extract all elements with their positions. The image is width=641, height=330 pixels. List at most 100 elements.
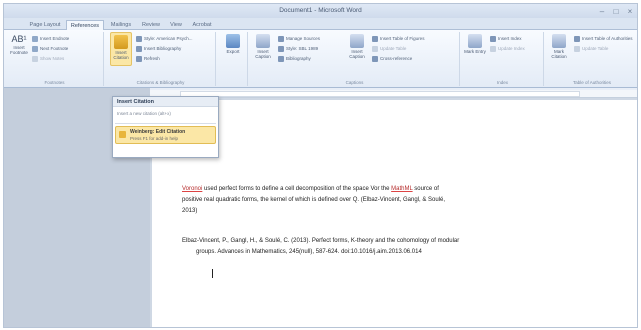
title-bar: Document1 - Microsoft Word – □ × bbox=[4, 4, 637, 18]
refresh-button[interactable]: Refresh bbox=[136, 54, 160, 63]
authorities-icon bbox=[574, 35, 580, 42]
mark-citation-button[interactable]: Mark Citation bbox=[548, 32, 570, 66]
text-cursor bbox=[212, 269, 213, 278]
citation-style-select[interactable]: Style: American Psych... bbox=[136, 34, 193, 43]
show-notes-label: Show Notes bbox=[40, 56, 65, 61]
insert-caption-icon bbox=[350, 34, 364, 48]
manage-sources-button[interactable]: Manage Sources bbox=[278, 34, 320, 43]
captions-group: Insert Caption Manage Sources Style: SBL… bbox=[250, 32, 460, 86]
mark-entry-button[interactable]: Mark Entry bbox=[464, 32, 486, 66]
insert-bibliography-label: Insert Bibliography bbox=[144, 46, 182, 51]
style-icon bbox=[136, 35, 142, 42]
insert-caption-left-label: Insert Caption bbox=[255, 49, 271, 59]
citation-tool-icon bbox=[119, 131, 126, 138]
bibliography-small-icon bbox=[278, 55, 284, 62]
insert-index-button[interactable]: Insert Index bbox=[490, 34, 522, 43]
show-notes-icon bbox=[32, 55, 38, 62]
tab-acrobat[interactable]: Acrobat bbox=[188, 20, 216, 30]
maximize-icon[interactable]: □ bbox=[609, 4, 623, 18]
next-footnote-icon bbox=[32, 45, 38, 52]
insert-citation-button[interactable]: Insert Citation bbox=[110, 32, 132, 66]
mark-citation-icon bbox=[552, 34, 566, 48]
table-figures-icon bbox=[372, 35, 378, 42]
citations-group: Insert Citation Style: American Psych...… bbox=[106, 32, 216, 86]
export-group: Export bbox=[218, 32, 248, 86]
citations-group-label: Citations & Bibliography bbox=[136, 80, 185, 85]
horizontal-ruler[interactable] bbox=[150, 90, 637, 98]
tab-references[interactable]: References bbox=[66, 20, 104, 30]
update-index-icon bbox=[490, 45, 496, 52]
cross-reference-button[interactable]: Cross-reference bbox=[372, 54, 412, 63]
ribbon: AB¹ Insert Footnote Insert Endnote Next … bbox=[4, 30, 637, 88]
dropdown-menu-item[interactable]: Weinberg: Edit Citation Press F1 for add… bbox=[115, 126, 216, 144]
dropdown-separator bbox=[115, 123, 216, 124]
insert-caption-left-button[interactable]: Insert Caption bbox=[252, 32, 274, 66]
captions-group-label: Captions bbox=[345, 80, 364, 85]
update-index-button[interactable]: Update Index bbox=[490, 44, 525, 53]
next-footnote-button[interactable]: Next Footnote bbox=[32, 44, 68, 53]
body-paragraph[interactable]: Voronoi used perfect forms to define a c… bbox=[182, 184, 622, 217]
refresh-label: Refresh bbox=[144, 56, 160, 61]
bibliography-icon bbox=[136, 45, 142, 52]
cross-reference-icon bbox=[372, 55, 378, 62]
footnotes-group-label: Footnotes bbox=[44, 80, 65, 85]
menu-item-name: Weinberg: Edit Citation bbox=[130, 129, 186, 135]
style-select-icon bbox=[278, 45, 284, 52]
insert-footnote-button[interactable]: AB¹ Insert Footnote bbox=[8, 32, 30, 66]
update-authorities-button[interactable]: Update Table bbox=[574, 44, 608, 53]
tab-review[interactable]: Review bbox=[138, 20, 164, 30]
reference-line-1: Elbaz-Vincent, P., Gangl, H., & Soulé, C… bbox=[182, 238, 460, 244]
insert-endnote-button[interactable]: Insert Endnote bbox=[32, 34, 69, 43]
insert-caption-label: Insert Caption bbox=[349, 49, 365, 59]
misspelled-word[interactable]: Voronoi bbox=[182, 186, 202, 192]
update-table-button[interactable]: Update Table bbox=[372, 44, 406, 53]
footnotes-group: AB¹ Insert Footnote Insert Endnote Next … bbox=[6, 32, 104, 86]
tab-view[interactable]: View bbox=[166, 20, 186, 30]
minimize-icon[interactable]: – bbox=[595, 4, 609, 18]
export-button[interactable]: Export bbox=[222, 32, 244, 66]
export-icon bbox=[226, 34, 240, 48]
tab-mailings[interactable]: Mailings bbox=[106, 20, 136, 30]
reference-entry[interactable]: Elbaz-Vincent, P., Gangl, H., & Soulé, C… bbox=[182, 236, 632, 258]
manage-sources-label: Manage Sources bbox=[286, 36, 321, 41]
mark-entry-label: Mark Entry bbox=[464, 49, 486, 54]
update-authorities-label: Update Table bbox=[582, 46, 609, 51]
mark-citation-label: Mark Citation bbox=[551, 49, 567, 59]
document-page[interactable]: Voronoi used perfect forms to define a c… bbox=[152, 100, 637, 327]
para-line-1-end: source of bbox=[412, 186, 439, 192]
ruler-text-zone bbox=[180, 91, 580, 97]
dropdown-subtitle: Insert a new citation (alt+x) bbox=[117, 111, 171, 116]
insert-endnote-label: Insert Endnote bbox=[40, 36, 70, 41]
insert-table-figures-label: Insert Table of Figures bbox=[380, 36, 425, 41]
update-table-icon bbox=[372, 45, 378, 52]
footnote-icon: AB¹ bbox=[11, 34, 27, 44]
insert-citation-dropdown: Insert Citation Insert a new citation (a… bbox=[112, 96, 219, 158]
tab-page-layout[interactable]: Page Layout bbox=[26, 20, 64, 30]
bibliography-button[interactable]: Bibliography bbox=[278, 54, 311, 63]
bibliography-label: Bibliography bbox=[286, 56, 311, 61]
authorities-group-label: Table of Authorities bbox=[572, 80, 612, 85]
reference-line-2: groups. Advances in Mathematics, 245(nul… bbox=[196, 249, 422, 255]
insert-index-label: Insert Index bbox=[498, 36, 522, 41]
word-window: Document1 - Microsoft Word – □ × Page La… bbox=[3, 3, 638, 328]
ribbon-tabs: Page Layout References Mailings Review V… bbox=[4, 18, 637, 30]
citation-style-label: Style: American Psych... bbox=[144, 36, 193, 41]
close-icon[interactable]: × bbox=[623, 4, 637, 18]
manage-sources-icon bbox=[278, 35, 284, 42]
endnote-icon bbox=[32, 35, 38, 42]
cross-reference-label: Cross-reference bbox=[380, 56, 413, 61]
refresh-icon bbox=[136, 55, 142, 62]
style-select[interactable]: Style: SBL 1989 bbox=[278, 44, 318, 53]
insert-caption-button[interactable]: Insert Caption bbox=[346, 32, 368, 66]
insert-authorities-button[interactable]: Insert Table of Authorities bbox=[574, 34, 632, 43]
insert-bibliography-button[interactable]: Insert Bibliography bbox=[136, 44, 181, 53]
insert-citation-icon bbox=[114, 35, 128, 49]
style-select-label: Style: SBL 1989 bbox=[286, 46, 319, 51]
para-line-2: positive real quadratic forms, the kerne… bbox=[182, 197, 446, 203]
update-authorities-icon bbox=[574, 45, 580, 52]
insert-table-figures-button[interactable]: Insert Table of Figures bbox=[372, 34, 424, 43]
para-line-1: used perfect forms to define a cell deco… bbox=[202, 186, 392, 192]
show-notes-button[interactable]: Show Notes bbox=[32, 54, 64, 63]
update-table-label: Update Table bbox=[380, 46, 407, 51]
misspelled-word-2[interactable]: MathML bbox=[391, 186, 412, 192]
